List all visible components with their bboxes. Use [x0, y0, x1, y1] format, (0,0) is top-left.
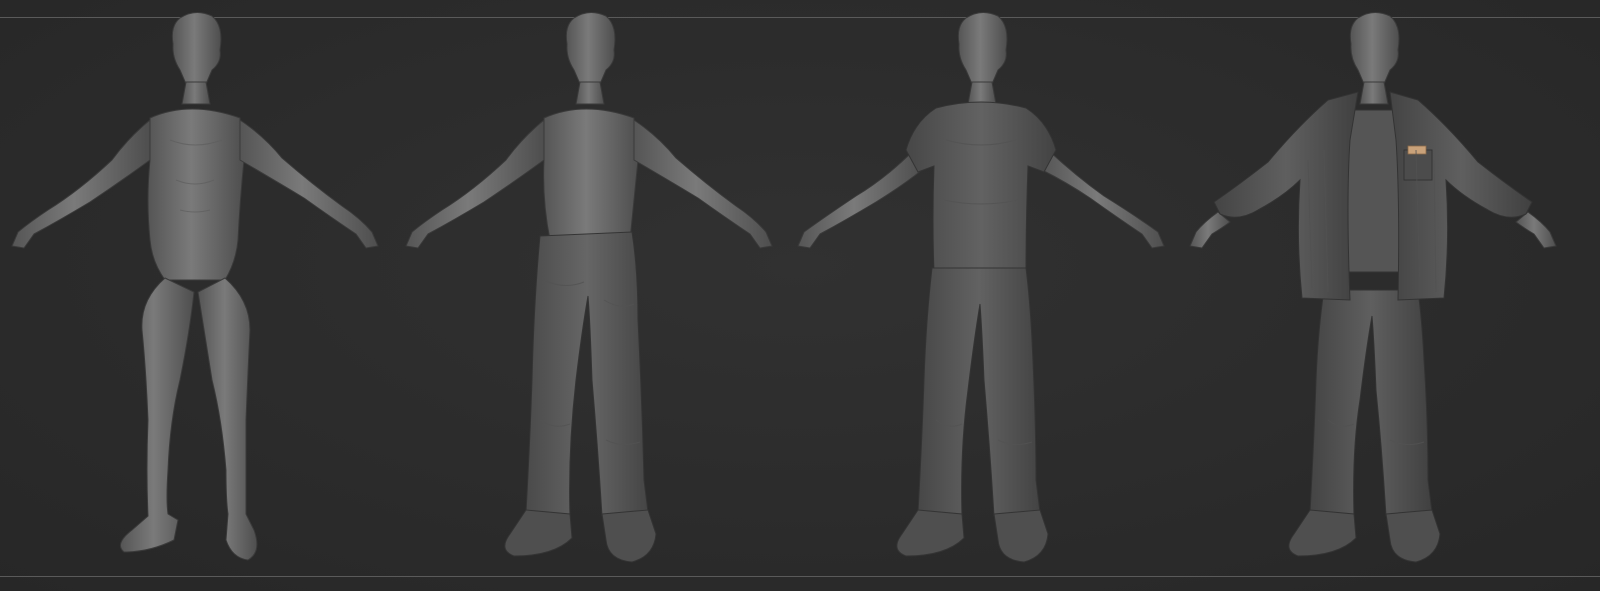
- zbrush-viewport[interactable]: [0, 0, 1600, 591]
- head: [171, 12, 222, 89]
- figure-pants-shoes[interactable]: [394, 0, 794, 591]
- figure-open-shirt[interactable]: [1178, 0, 1578, 591]
- shirt-pocket: [1403, 145, 1433, 181]
- pocket-note: [1407, 145, 1427, 155]
- figure-base-body[interactable]: [0, 0, 400, 591]
- figure-tshirt[interactable]: [786, 0, 1186, 591]
